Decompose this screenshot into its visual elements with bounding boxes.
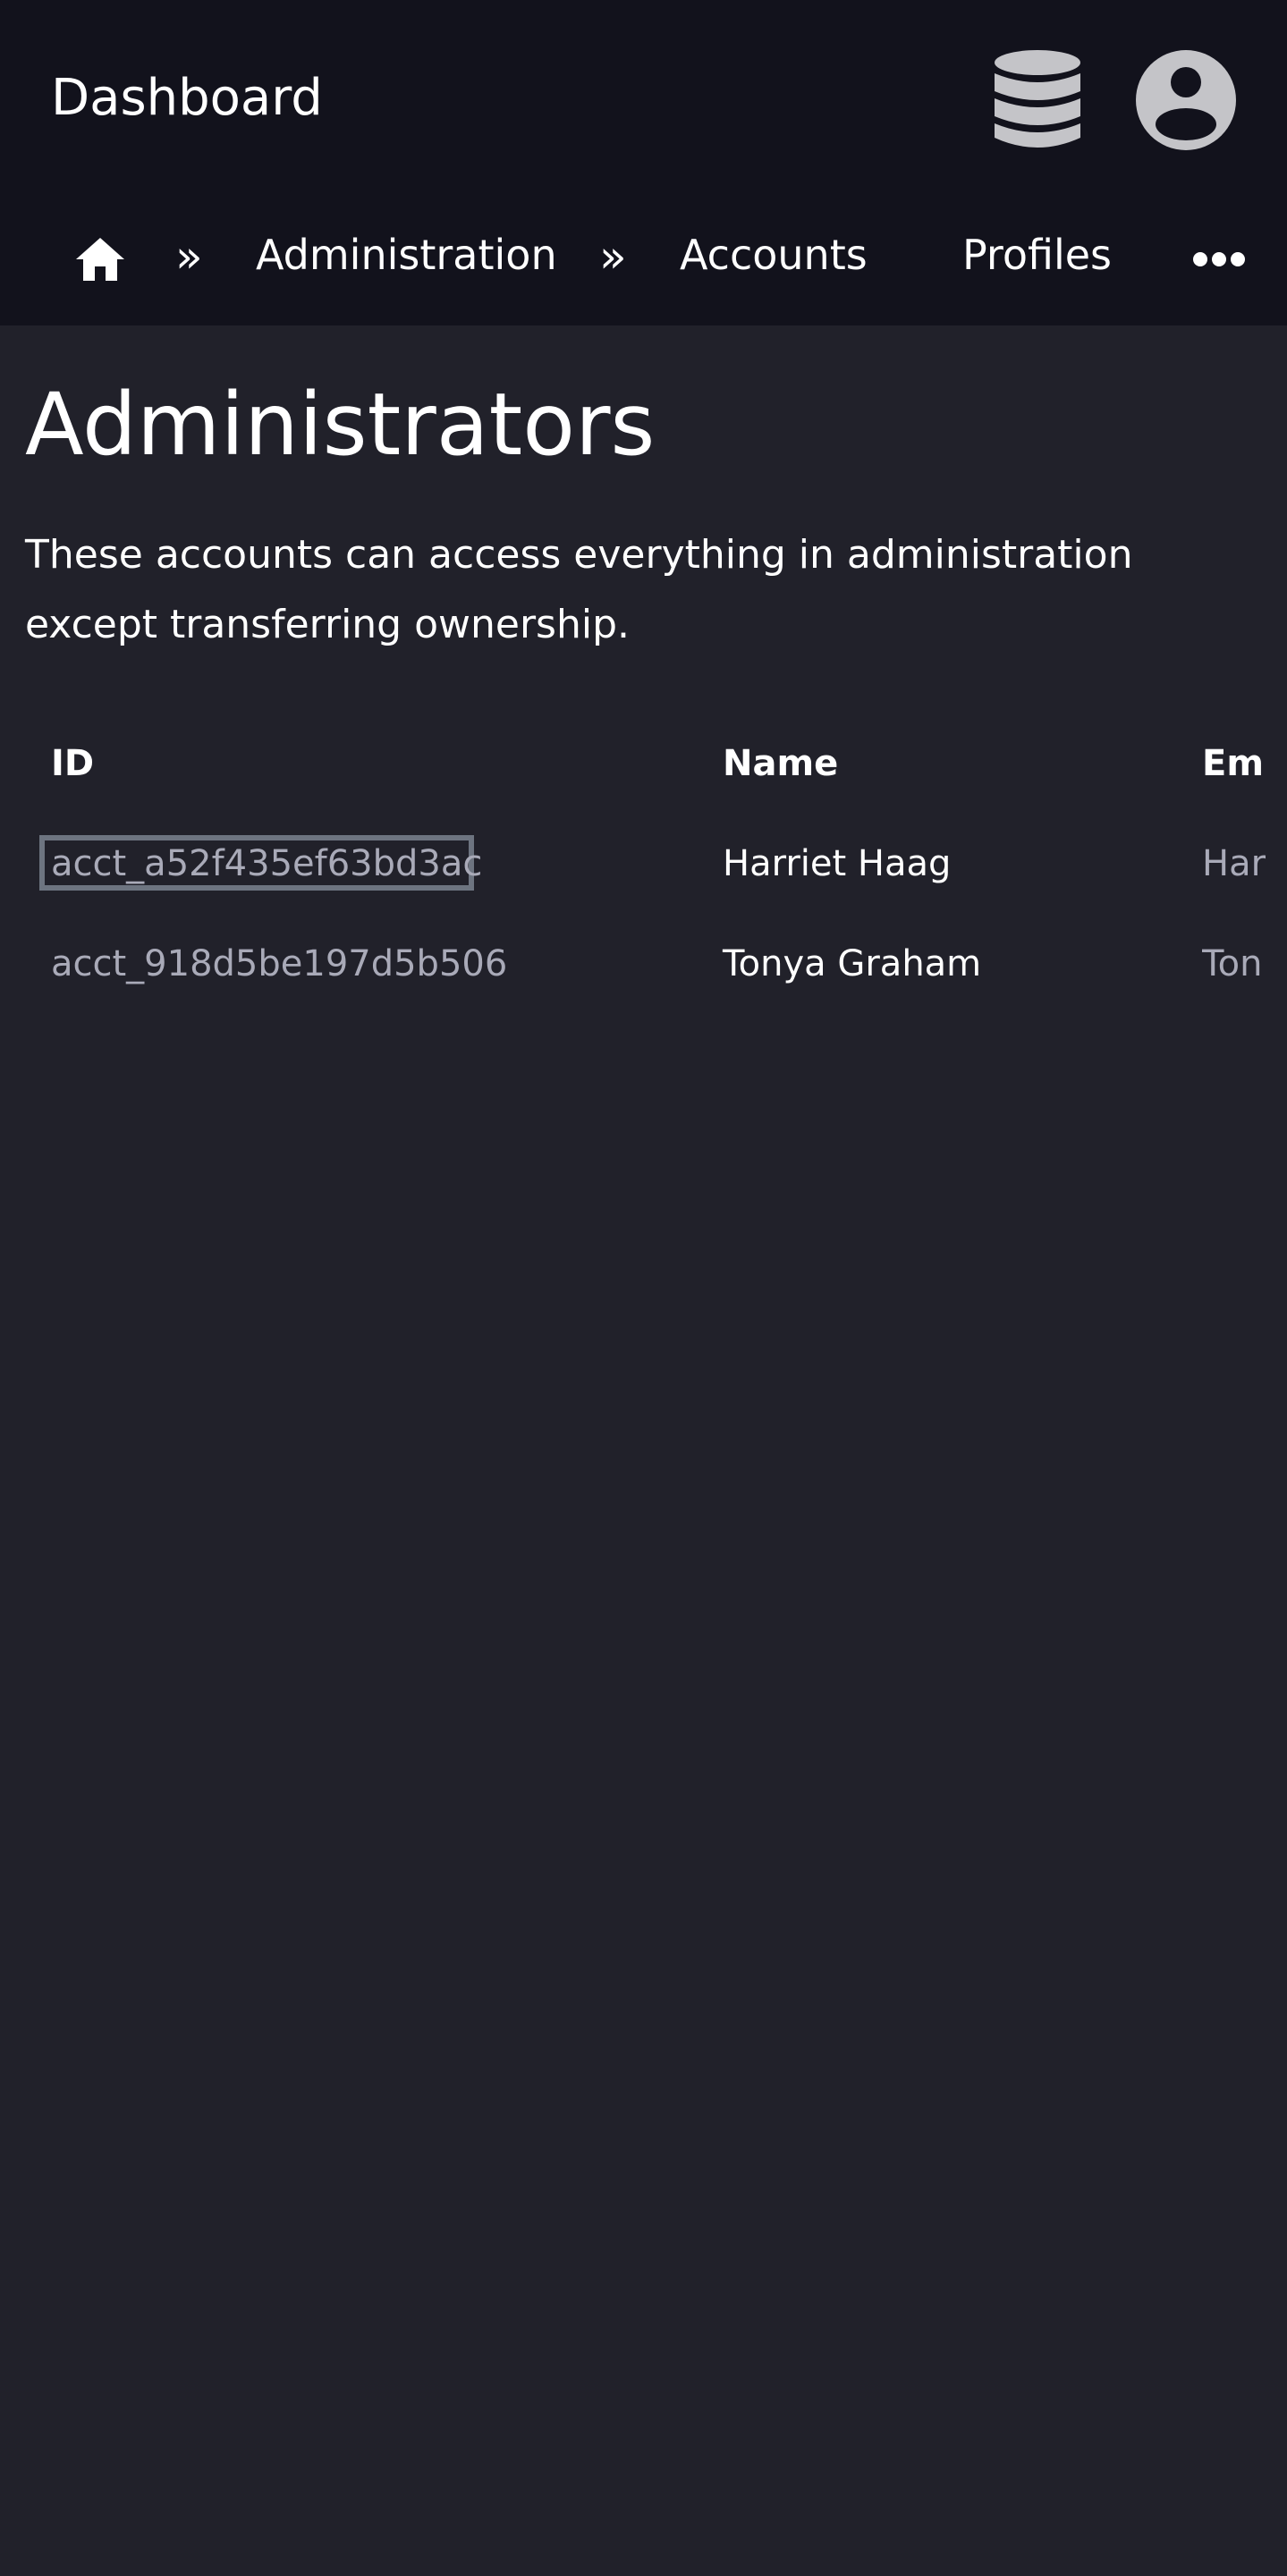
breadcrumb-separator: » (175, 231, 203, 283)
column-header-id: ID (51, 743, 95, 784)
database-icon (995, 50, 1080, 148)
account-name: Harriet Haag (723, 843, 952, 884)
account-id-link[interactable]: acct_a52f435ef63bd3ac (51, 839, 482, 889)
page-description: These accounts can access everything in … (25, 532, 1133, 647)
account-email-link[interactable]: Ton (1202, 939, 1266, 989)
app-title[interactable]: Dashboard (51, 66, 323, 131)
account-id-link[interactable]: acct_918d5be197d5b506 (51, 939, 507, 989)
column-header-email: Em (1202, 743, 1265, 784)
top-bar: Dashboard » Administration » Accounts Pr… (0, 0, 1287, 325)
breadcrumb-home[interactable] (72, 231, 129, 288)
account-name: Tonya Graham (723, 943, 982, 984)
user-circle-icon (1136, 50, 1236, 150)
database-button[interactable] (982, 45, 1093, 156)
page-title: Administrators (25, 375, 656, 475)
more-button[interactable] (1188, 234, 1250, 284)
breadcrumb-item-profiles[interactable]: Profiles (962, 225, 1112, 284)
home-icon (76, 238, 124, 281)
breadcrumb-separator: » (599, 231, 627, 283)
account-menu-button[interactable] (1130, 45, 1241, 156)
ellipsis-icon (1193, 252, 1245, 266)
account-email-link[interactable]: Har (1202, 839, 1266, 889)
breadcrumb-item-administration[interactable]: Administration (256, 225, 557, 284)
breadcrumb-item-accounts[interactable]: Accounts (680, 225, 868, 284)
column-header-name: Name (723, 743, 839, 784)
